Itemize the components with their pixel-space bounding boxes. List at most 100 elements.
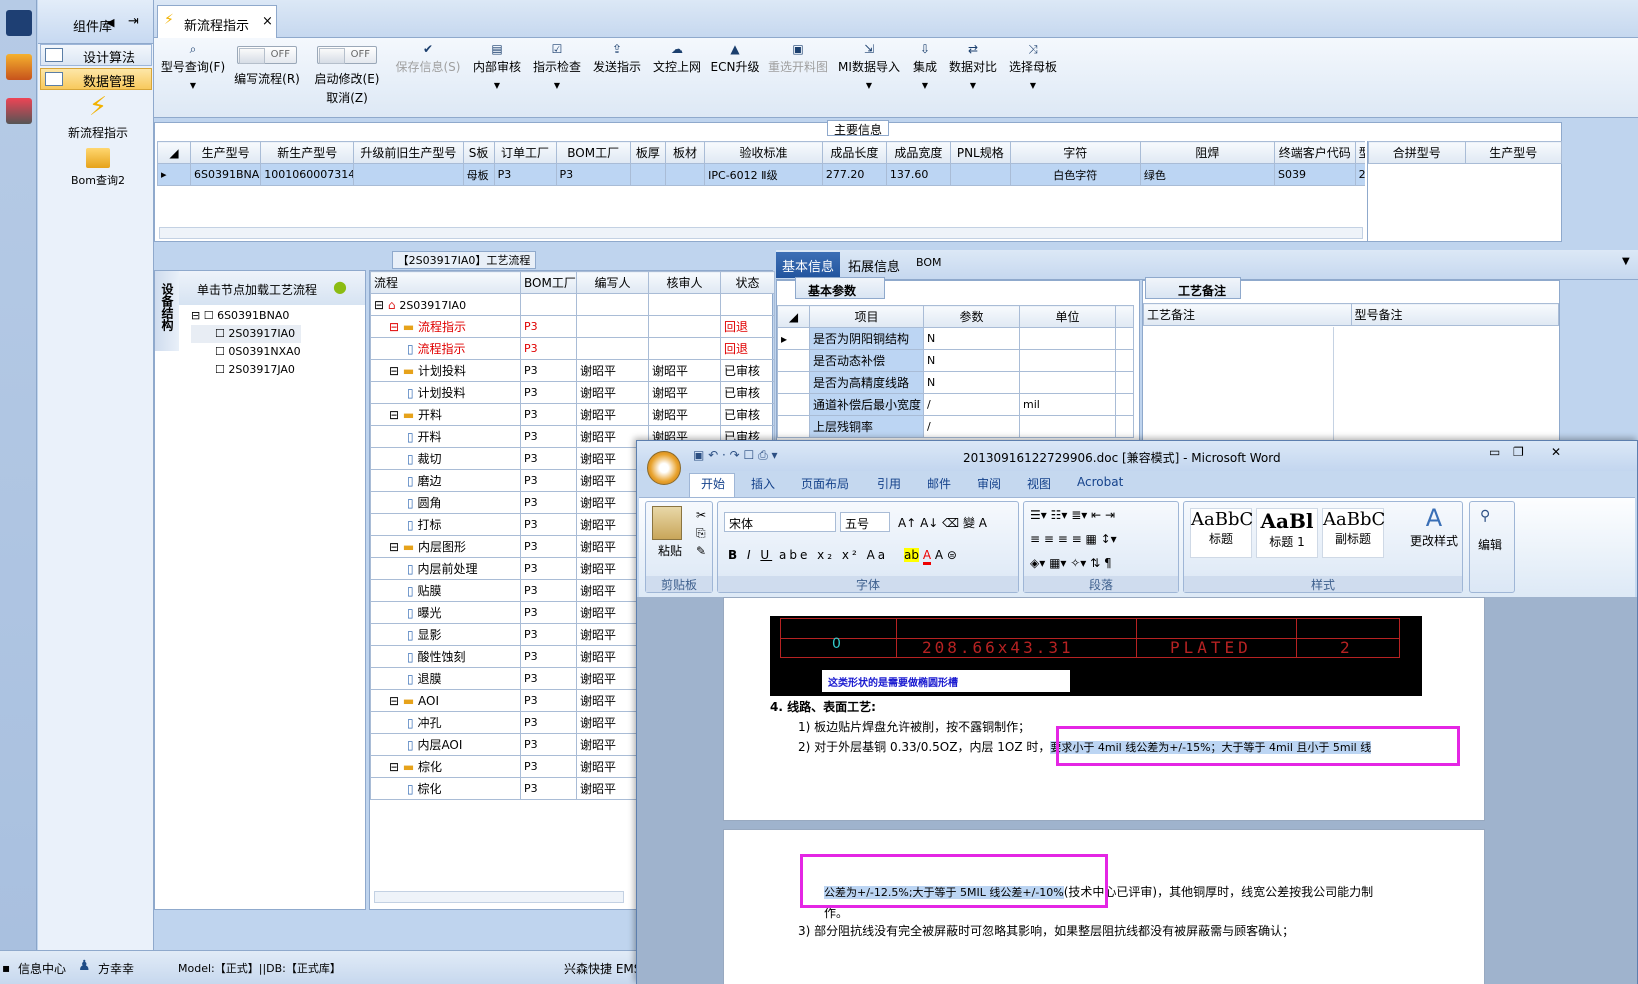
save-info-button[interactable]: ✔ 保存信息(S)	[394, 42, 462, 75]
clipboard-group: 粘贴 ✂ ⎘ ✎ 剪贴板	[645, 501, 713, 593]
ribbon-tab-view[interactable]: 视图	[1027, 475, 1051, 492]
file-icon: ▯	[407, 672, 414, 686]
tab-basic-info[interactable]: 基本信息	[776, 252, 840, 278]
menu-icon[interactable]	[6, 10, 32, 36]
integrate-button[interactable]: ⇩ 集成 ▼	[908, 42, 942, 90]
flow-row[interactable]: ⊟ ▬ 计划投料 P3 谢昭平 谢昭平 已审核	[370, 359, 775, 382]
nav-data-management[interactable]: 数据管理	[40, 68, 152, 90]
qat-icons[interactable]: ▣ ↶ · ↷ ☐ ⎙ ▾	[693, 448, 778, 463]
load-flow-hint[interactable]: 单击节点加载工艺流程 ●	[179, 271, 365, 305]
style-subtitle[interactable]: AaBbC 副标题	[1322, 508, 1385, 558]
ribbon-tab-review[interactable]: 审阅	[977, 475, 1001, 492]
tab-process-remark[interactable]: 工艺备注	[1145, 277, 1241, 299]
close-icon[interactable]: ✕	[1551, 445, 1561, 459]
flow-row[interactable]: ▯ 流程指示 P3 回退	[370, 337, 775, 360]
style-title[interactable]: AaBbC 标题	[1190, 508, 1253, 558]
file-icon: ▯	[407, 782, 414, 796]
mi-import-button[interactable]: ⇲ MI数据导入 ▼	[838, 42, 900, 90]
shortcut-bom-query[interactable]: Bom查询2	[58, 148, 138, 188]
tree-node[interactable]: ☐ 2S03917JA0	[191, 361, 301, 379]
tab-new-flow[interactable]: ⚡ 新流程指示 ×	[157, 5, 277, 38]
table-row[interactable]: 上层残铜率 /	[777, 415, 1134, 438]
app-launcher-strip	[0, 0, 37, 950]
model-query-button[interactable]: ⌕ 型号查询(F) ▼	[160, 42, 226, 90]
pin-icon[interactable]: ⇥	[128, 14, 139, 29]
ribbon-tab-mailings[interactable]: 邮件	[927, 475, 951, 492]
styles-icon: A	[1425, 504, 1443, 532]
edit-flow-toggle[interactable]: OFF 编写流程(R)	[234, 46, 300, 87]
paste-icon[interactable]	[652, 506, 682, 540]
check-icon: ✔	[422, 42, 434, 56]
search-icon: ⌕	[189, 42, 197, 56]
close-icon[interactable]: ×	[262, 14, 273, 29]
tree-node[interactable]: ☐ 0S0391NXA0	[191, 343, 301, 361]
color-icons[interactable]: ab A A ⊜	[904, 548, 957, 565]
nav-label: 数据管理	[83, 75, 136, 90]
flow-row[interactable]: ⊟ ▬ 开料 P3 谢昭平 谢昭平 已审核	[370, 403, 775, 426]
ribbon-tab-home[interactable]: 开始	[701, 475, 725, 492]
table-row[interactable]: 是否为高精度线路 N	[777, 371, 1134, 394]
app-icon[interactable]	[6, 54, 32, 80]
table-row[interactable]: 通道补偿后最小宽度 / mil	[777, 393, 1134, 416]
ribbon-tab-insert[interactable]: 插入	[751, 475, 775, 492]
tree-root-row[interactable]: ⊟ ⌂ 2S03917IA0	[370, 293, 775, 316]
change-styles-button[interactable]: A 更改样式	[1406, 504, 1462, 549]
doc-online-button[interactable]: ☁ 文控上网	[650, 42, 704, 75]
edit-button[interactable]: 编辑	[1478, 536, 1502, 553]
flow-row[interactable]: ▯ 计划投料 P3 谢昭平 谢昭平 已审核	[370, 381, 775, 404]
select-mother-board-button[interactable]: ⤨ 选择母板 ▼	[1008, 42, 1058, 90]
table-row[interactable]: ▸ 是否为阴阳铜结构 N	[777, 327, 1134, 350]
style-heading-1[interactable]: AaBl 标题 1	[1256, 508, 1318, 558]
word-window: ▣ ↶ · ↷ ☐ ⎙ ▾ 20130916122729906.doc [兼容模…	[636, 440, 1638, 984]
maximize-icon[interactable]: ❐	[1513, 445, 1524, 459]
horizontal-scrollbar[interactable]	[159, 227, 1363, 239]
reselect-cut-button[interactable]: ▣ 重选开料图	[766, 42, 830, 75]
minimize-icon[interactable]: ▭	[1489, 445, 1500, 459]
collapse-icon[interactable]: ◀	[106, 16, 114, 29]
folder-icon: ▬	[402, 320, 415, 334]
tab-basic-params[interactable]: 基本参数	[795, 277, 885, 299]
cloud-icon: ☁	[671, 42, 683, 56]
start-modify-toggle[interactable]: OFF 启动修改(E) 取消(Z)	[314, 46, 380, 106]
tool-icon[interactable]	[6, 98, 32, 124]
cut-copy-format-icons[interactable]: ✂ ⎘ ✎	[696, 506, 706, 560]
ribbon-tab-layout[interactable]: 页面布局	[801, 475, 849, 492]
group-label: 剪贴板	[646, 576, 712, 592]
toggle-switch[interactable]: OFF	[237, 46, 297, 64]
tree-node[interactable]: ⊟ ☐ 6S0391BNA0	[191, 307, 301, 325]
paste-button[interactable]: 粘贴	[658, 542, 682, 559]
format-icons[interactable]: B I U abe x₂ x² Aa	[728, 548, 888, 562]
dropdown-arrow-icon[interactable]: ▼	[1622, 256, 1630, 267]
nav-design-algorithm[interactable]: 设计算法	[40, 44, 152, 66]
doc-heading: 4. 线路、表面工艺:	[770, 700, 876, 714]
highlight-box	[1056, 726, 1460, 766]
office-button-icon[interactable]	[647, 451, 681, 485]
flow-row[interactable]: ⊟ ▬ 流程指示 P3 回退	[370, 315, 775, 338]
internal-review-button[interactable]: ▤ 内部审核 ▼	[470, 42, 524, 90]
table-row[interactable]: ▸ 6S0391BNA0 10010600073144 母板 P3 P3 IPC-6012 …	[157, 163, 1365, 186]
info-center[interactable]: 信息中心	[18, 960, 66, 977]
grow-shrink-icons[interactable]: A↑ A↓ ⌫ 變 A	[898, 514, 987, 531]
instruction-check-button[interactable]: ☑ 指示检查 ▼	[530, 42, 584, 90]
send-instruction-button[interactable]: ⇪ 发送指示	[590, 42, 644, 75]
grid-header-row: ◢ 生产型号 新生产型号 升级前旧生产型号 S板 订单工厂 BOM工厂 板厚 板材 验收标准 成品长…	[157, 141, 1365, 164]
font-name-select[interactable]: 宋体	[724, 512, 836, 532]
tree-node[interactable]: ☐ 2S03917IA0	[191, 325, 301, 343]
align-icons[interactable]: ≡ ≡ ≡ ≡ ▦ ↕▾	[1030, 532, 1117, 546]
ecn-upgrade-button[interactable]: ▲ ECN升级	[710, 42, 760, 75]
table-row[interactable]: 是否动态补偿 N	[777, 349, 1134, 372]
horizontal-scrollbar[interactable]	[374, 891, 624, 903]
ribbon-tab-acrobat[interactable]: Acrobat	[1077, 475, 1123, 489]
list-icons[interactable]: ☰▾ ☷▾ ≣▾ ⇤ ⇥	[1030, 508, 1115, 522]
tab-extended-info[interactable]: 拓展信息	[848, 256, 900, 275]
data-compare-button[interactable]: ⇄ 数据对比 ▼	[948, 42, 998, 90]
font-size-select[interactable]: 五号	[840, 512, 890, 532]
font-group: 宋体 五号 A↑ A↓ ⌫ 變 A B I U abe x₂ x² Aa ab …	[717, 501, 1019, 593]
tab-bom[interactable]: BOM	[916, 256, 942, 269]
toggle-switch[interactable]: OFF	[317, 46, 377, 64]
shading-icons[interactable]: ◈▾ ▦▾ ✧▾ ⇅ ¶	[1030, 556, 1112, 570]
shortcut-new-flow[interactable]: ⚡ 新流程指示	[58, 92, 138, 141]
figure-caption: 这类形状的是需要做椭圆形槽	[822, 670, 1070, 692]
ribbon-tab-references[interactable]: 引用	[877, 475, 901, 492]
tab-device-structure[interactable]: 设备结构	[155, 271, 179, 351]
